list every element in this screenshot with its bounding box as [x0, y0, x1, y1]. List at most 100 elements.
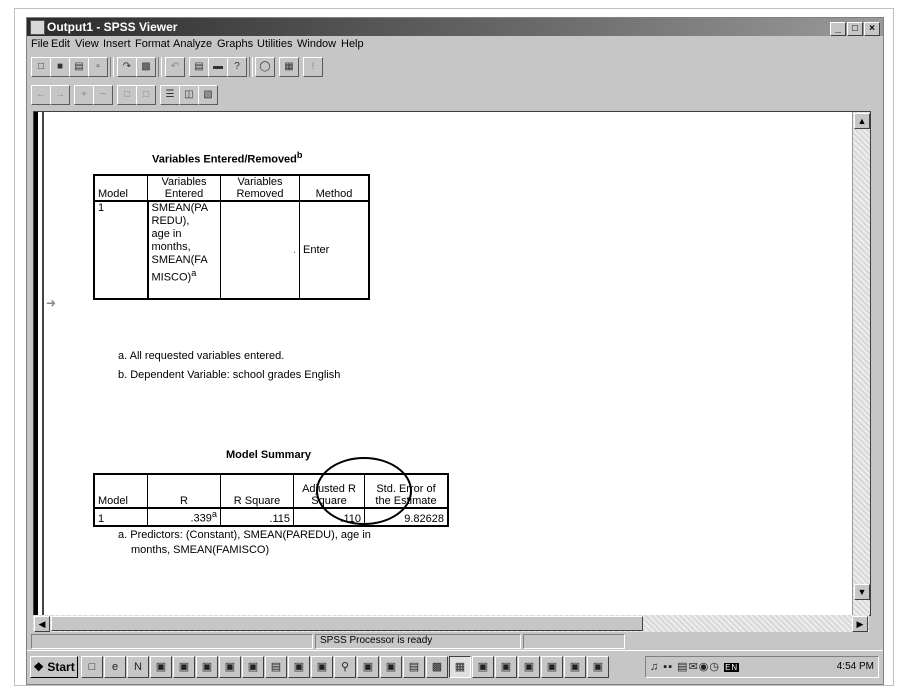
menu-view[interactable]: View [75, 38, 99, 50]
cell-r-value: .339 [190, 512, 212, 525]
system-tray: ♫ ▪▪ ▤✉◉◷ EN 4:54 PM [645, 656, 879, 678]
taskbar-window-icon[interactable]: ▣ [311, 656, 333, 678]
goto-chart-icon[interactable]: ▤ [189, 57, 209, 77]
taskbar-window-icon[interactable]: ▣ [196, 656, 218, 678]
menu-analyze[interactable]: Analyze [173, 38, 212, 50]
insert-text-icon[interactable]: ▧ [198, 85, 218, 105]
cell-method: Enter [299, 201, 370, 300]
taskbar-window-icon[interactable]: ▣ [288, 656, 310, 678]
taskbar-window-icon[interactable]: ▣ [541, 656, 563, 678]
taskbar-window-icon[interactable]: ▣ [357, 656, 379, 678]
taskbar-window-icon[interactable]: ▣ [380, 656, 402, 678]
minimize-button[interactable]: _ [830, 22, 846, 36]
entered-line: age in [151, 228, 182, 240]
close-button[interactable]: × [864, 22, 880, 36]
taskbar-window-icon[interactable]: ▣ [242, 656, 264, 678]
taskbar-window-icon[interactable]: ▣ [564, 656, 586, 678]
taskbar-window-icon[interactable]: ▩ [426, 656, 448, 678]
spss-viewer-task-icon[interactable]: ▦ [449, 656, 471, 678]
save-icon[interactable]: ■ [50, 57, 70, 77]
expand-icon[interactable]: + [74, 85, 94, 105]
taskbar-window-icon[interactable]: ▣ [472, 656, 494, 678]
menu-window[interactable]: Window [297, 38, 336, 50]
undo-icon[interactable]: ↶ [165, 57, 185, 77]
designate-window-icon[interactable]: ! [303, 57, 323, 77]
dialog-recall-icon[interactable]: ▩ [136, 57, 156, 77]
insert-title-icon[interactable]: ◫ [179, 85, 199, 105]
horizontal-scroll-thumb[interactable] [51, 616, 643, 631]
variables-entered-table[interactable]: Model Variables Entered Variables Remove… [93, 174, 370, 300]
status-pane [523, 634, 625, 649]
taskbar-window-icon[interactable]: ▣ [173, 656, 195, 678]
demote-icon[interactable]: → [50, 85, 70, 105]
table1-title: Variables Entered/Removedb [152, 150, 303, 166]
menu-file[interactable]: File [31, 38, 49, 50]
show-icon[interactable]: □ [117, 85, 137, 105]
goto-case-icon[interactable]: ▬ [208, 57, 228, 77]
col-header-method: Method [299, 174, 370, 201]
scroll-left-button[interactable]: ◀ [34, 616, 50, 632]
netscape-icon[interactable]: N [127, 656, 149, 678]
browser-icon[interactable]: e [104, 656, 126, 678]
export-icon[interactable]: ↷ [117, 57, 137, 77]
clock-tray-icon[interactable]: ◷ [709, 661, 720, 673]
table1-title-footnote: b [296, 150, 303, 160]
start-button[interactable]: ❖ Start [30, 656, 78, 678]
show-desktop-icon[interactable]: □ [81, 656, 103, 678]
scroll-down-button[interactable]: ▼ [854, 584, 870, 600]
network-icon[interactable]: ▤ [677, 661, 688, 673]
entered-line: SMEAN(PA [151, 202, 209, 214]
volume-icon[interactable]: ♫ [650, 661, 659, 673]
taskbar-window-icon[interactable]: ▣ [150, 656, 172, 678]
menu-format[interactable]: Format [135, 38, 170, 50]
cell-model: 1 [93, 508, 148, 527]
vertical-scrollbar[interactable]: ▲ ▼ [852, 112, 870, 615]
table-row: 1 SMEAN(PA REDU), age in months, SMEAN(F… [93, 200, 370, 300]
entered-line: months, [151, 241, 191, 253]
spss-app-icon [30, 20, 45, 35]
taskbar-window-icon[interactable]: ▣ [518, 656, 540, 678]
cell-model: 1 [93, 201, 149, 300]
print-preview-icon[interactable]: ▫ [88, 57, 108, 77]
print-icon[interactable]: ▤ [69, 57, 89, 77]
taskbar-window-icon[interactable]: ▣ [219, 656, 241, 678]
col-header-entered: Variables Entered [147, 174, 221, 202]
maximize-button[interactable]: □ [847, 22, 863, 36]
menu-insert[interactable]: Insert [103, 38, 131, 50]
menu-utilities[interactable]: Utilities [257, 38, 292, 50]
taskbar-window-icon[interactable]: ▣ [495, 656, 517, 678]
open-icon[interactable]: □ [31, 57, 51, 77]
clock[interactable]: 4:54 PM [837, 661, 874, 672]
taskbar-document-icon[interactable]: ▤ [265, 656, 287, 678]
antivirus-icon[interactable]: ◉ [699, 661, 710, 673]
taskbar-window-icon[interactable]: ▣ [587, 656, 609, 678]
insert-heading-icon[interactable]: ☰ [160, 85, 180, 105]
entered-line: SMEAN(FA [151, 254, 208, 266]
spss-viewer-window: Output1 - SPSS Viewer _ □ × File Edit View… [26, 17, 884, 685]
scroll-up-button[interactable]: ▲ [854, 113, 870, 129]
language-indicator[interactable]: EN [724, 663, 740, 672]
col-header-r-square: R Square [220, 473, 294, 509]
search-icon[interactable]: ⚲ [334, 656, 356, 678]
toolbar-separator [110, 57, 114, 77]
output-pane[interactable]: ➜ Variables Entered/Removedb Model Varia… [33, 111, 871, 616]
variables-icon[interactable]: ? [227, 57, 247, 77]
outline-divider[interactable] [34, 112, 38, 615]
menu-edit[interactable]: Edit [51, 38, 70, 50]
show-all-icon[interactable]: ▦ [279, 57, 299, 77]
col-header-removed: Variables Removed [220, 174, 300, 202]
collapse-icon[interactable]: − [93, 85, 113, 105]
mail-icon[interactable]: ✉ [689, 661, 699, 673]
horizontal-scrollbar[interactable]: ◀ ▶ [33, 615, 869, 632]
hide-icon[interactable]: □ [136, 85, 156, 105]
cell-r: .339a [147, 507, 221, 527]
menu-help[interactable]: Help [341, 38, 364, 50]
promote-icon[interactable]: ← [31, 85, 51, 105]
scroll-right-button[interactable]: ▶ [852, 616, 868, 632]
menu-graphs[interactable]: Graphs [217, 38, 253, 50]
use-sets-icon[interactable]: ◯ [255, 57, 275, 77]
start-label: Start [47, 660, 75, 674]
taskbar-document-icon[interactable]: ▤ [403, 656, 425, 678]
cell-entered: SMEAN(PA REDU), age in months, SMEAN(FA … [147, 200, 221, 300]
cell-removed: . [220, 200, 300, 300]
